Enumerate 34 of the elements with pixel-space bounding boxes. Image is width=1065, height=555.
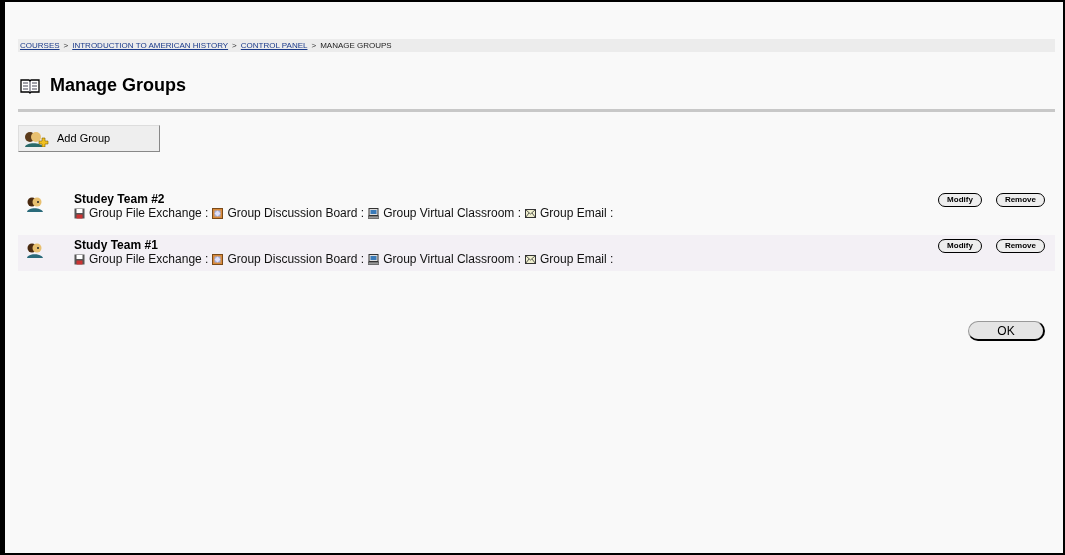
modify-button[interactable]: Modify <box>938 239 982 253</box>
people-icon <box>26 243 44 258</box>
envelope-icon[interactable] <box>525 207 536 219</box>
breadcrumb-link[interactable]: CONTROL PANEL <box>240 39 308 52</box>
framed-picture-icon[interactable] <box>212 207 224 219</box>
breadcrumb-separator: > <box>311 39 317 52</box>
tool-link[interactable]: Group Email : <box>540 252 614 266</box>
breadcrumb-current: MANAGE GROUPS <box>320 39 392 52</box>
remove-button[interactable]: Remove <box>995 239 1045 253</box>
book-icon <box>20 77 40 94</box>
framed-picture-icon[interactable] <box>212 253 224 265</box>
breadcrumb-link[interactable]: COURSES <box>20 39 60 52</box>
tool-link[interactable]: Group Virtual Classroom : <box>383 252 521 266</box>
group-name: Study Team #1 <box>74 238 159 252</box>
breadcrumb-link[interactable]: INTRODUCTION TO AMERICAN HISTORY <box>72 39 229 52</box>
tool-link[interactable]: Group File Exchange : <box>89 206 209 220</box>
tool-link[interactable]: Group File Exchange : <box>89 252 209 266</box>
breadcrumb-separator: > <box>63 39 69 52</box>
envelope-icon[interactable] <box>525 253 536 265</box>
group-name: Studey Team #2 <box>74 192 166 206</box>
people-icon <box>26 197 44 212</box>
tool-link[interactable]: Group Discussion Board : <box>227 206 365 220</box>
tool-link[interactable]: Group Virtual Classroom : <box>383 206 521 220</box>
computer-icon[interactable] <box>368 207 380 219</box>
people-add-icon <box>23 130 49 147</box>
tool-link[interactable]: Group Email : <box>540 206 614 220</box>
page-title: Manage Groups <box>50 74 187 97</box>
remove-button[interactable]: Remove <box>995 193 1045 207</box>
ok-button[interactable]: OK <box>968 321 1045 341</box>
modify-button[interactable]: Modify <box>938 193 982 207</box>
breadcrumb-separator: > <box>232 39 237 52</box>
tool-link[interactable]: Group Discussion Board : <box>227 252 365 266</box>
computer-icon[interactable] <box>368 253 380 265</box>
add-group-button[interactable]: Add Group <box>18 125 160 152</box>
